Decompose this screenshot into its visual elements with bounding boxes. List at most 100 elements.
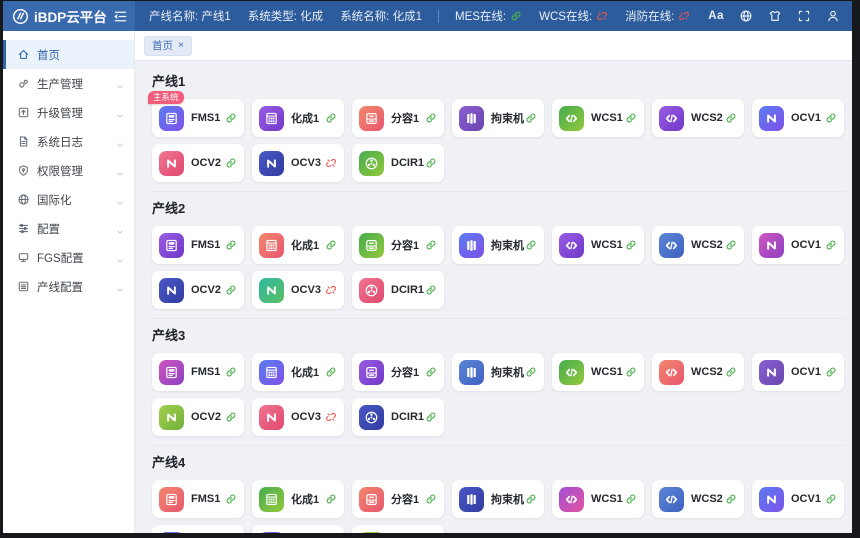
- equipment-card[interactable]: 拘束机: [452, 353, 544, 391]
- chain-link-icon[interactable]: [225, 157, 237, 169]
- tab-home[interactable]: 首页 ×: [144, 36, 192, 56]
- tab-label: 首页: [152, 38, 173, 53]
- chain-link-icon[interactable]: [425, 239, 437, 251]
- equipment-card[interactable]: OCV2: [152, 144, 244, 182]
- sidebar-item-config[interactable]: 配置: [3, 214, 134, 243]
- chain-link-icon[interactable]: [425, 493, 437, 505]
- equipment-card[interactable]: 分容1: [352, 353, 444, 391]
- equipment-card[interactable]: OCV1: [752, 226, 844, 264]
- chain-link-icon[interactable]: [625, 112, 637, 124]
- equipment-card[interactable]: FMS1: [152, 480, 244, 518]
- equipment-card[interactable]: 化成1: [252, 353, 344, 391]
- chain-link-icon[interactable]: [425, 112, 437, 124]
- sidebar-item-permission[interactable]: 权限管理: [3, 156, 134, 185]
- chain-link-icon[interactable]: [725, 493, 737, 505]
- sidebar-item-log[interactable]: 系统日志: [3, 127, 134, 156]
- equipment-card[interactable]: DCIR1: [352, 398, 444, 436]
- chain-link-icon[interactable]: [725, 366, 737, 378]
- equipment-card[interactable]: WCS1: [552, 353, 644, 391]
- equipment-card[interactable]: OCV1: [752, 99, 844, 137]
- sidebar-item-lineconfig[interactable]: 产线配置: [3, 272, 134, 301]
- equipment-card[interactable]: 分容1: [352, 99, 444, 137]
- broken-chain-icon[interactable]: [325, 284, 337, 296]
- equipment-card[interactable]: DCIR1: [352, 271, 444, 309]
- chain-link-icon[interactable]: [625, 493, 637, 505]
- equipment-card[interactable]: DCIR1: [352, 144, 444, 182]
- equipment-card[interactable]: OCV2: [152, 398, 244, 436]
- chain-link-icon[interactable]: [825, 493, 837, 505]
- equipment-card[interactable]: WCS2: [652, 99, 744, 137]
- equipment-card[interactable]: OCV3: [252, 144, 344, 182]
- equipment-card[interactable]: 拘束机: [452, 99, 544, 137]
- language-icon[interactable]: [739, 9, 753, 23]
- chain-link-icon[interactable]: [225, 112, 237, 124]
- sidebar-item-home[interactable]: 首页: [3, 40, 134, 69]
- theme-icon[interactable]: [768, 9, 782, 23]
- equipment-card[interactable]: OCV3: [252, 271, 344, 309]
- chain-link-icon[interactable]: [325, 493, 337, 505]
- chain-link-icon[interactable]: [225, 411, 237, 423]
- chain-link-icon[interactable]: [425, 157, 437, 169]
- equipment-card[interactable]: OCV3: [252, 525, 344, 533]
- chain-link-icon[interactable]: [825, 366, 837, 378]
- equipment-card[interactable]: 化成1: [252, 99, 344, 137]
- chain-link-icon[interactable]: [325, 112, 337, 124]
- equipment-card[interactable]: 分容1: [352, 226, 444, 264]
- equipment-label: OCV1: [791, 112, 821, 124]
- equipment-card[interactable]: 拘束机: [452, 480, 544, 518]
- equipment-label: OCV1: [791, 366, 821, 378]
- equipment-card[interactable]: WCS1: [552, 99, 644, 137]
- chain-link-icon[interactable]: [525, 366, 537, 378]
- chain-link-icon[interactable]: [325, 239, 337, 251]
- chain-link-icon[interactable]: [525, 112, 537, 124]
- chain-link-icon[interactable]: [525, 493, 537, 505]
- chain-link-icon[interactable]: [825, 239, 837, 251]
- equipment-card[interactable]: WCS1: [552, 226, 644, 264]
- chain-link-icon[interactable]: [725, 112, 737, 124]
- chain-link-icon[interactable]: [225, 366, 237, 378]
- chain-link-icon[interactable]: [225, 284, 237, 296]
- broken-chain-icon[interactable]: [325, 411, 337, 423]
- chain-link-icon[interactable]: [425, 366, 437, 378]
- equipment-card[interactable]: OCV2: [152, 525, 244, 533]
- chain-link-icon[interactable]: [425, 411, 437, 423]
- equipment-card[interactable]: 拘束机: [452, 226, 544, 264]
- fullscreen-icon[interactable]: [797, 9, 811, 23]
- equipment-card[interactable]: 分容1: [352, 480, 444, 518]
- equipment-card[interactable]: DCIR1: [352, 525, 444, 533]
- chain-link-icon[interactable]: [525, 239, 537, 251]
- chain-link-icon[interactable]: [725, 239, 737, 251]
- equipment-card[interactable]: 主系统FMS1: [152, 99, 244, 137]
- equipment-card[interactable]: WCS2: [652, 353, 744, 391]
- equipment-card[interactable]: FMS1: [152, 353, 244, 391]
- font-size-icon[interactable]: Aa: [708, 10, 724, 22]
- chain-link-icon[interactable]: [325, 366, 337, 378]
- equipment-card[interactable]: OCV3: [252, 398, 344, 436]
- tab-close-icon[interactable]: ×: [178, 40, 184, 51]
- chain-link-icon[interactable]: [625, 366, 637, 378]
- lineconfig-icon: [17, 280, 30, 293]
- equipment-card[interactable]: WCS1: [552, 480, 644, 518]
- equipment-card[interactable]: OCV1: [752, 480, 844, 518]
- equipment-card[interactable]: OCV1: [752, 353, 844, 391]
- chain-link-icon[interactable]: [825, 112, 837, 124]
- user-icon[interactable]: [826, 9, 840, 23]
- equipment-card[interactable]: 化成1: [252, 480, 344, 518]
- equipment-card[interactable]: OCV2: [152, 271, 244, 309]
- broken-chain-icon[interactable]: [325, 157, 337, 169]
- equipment-card[interactable]: WCS2: [652, 226, 744, 264]
- equipment-card[interactable]: WCS2: [652, 480, 744, 518]
- sidebar-item-upgrade[interactable]: 升级管理: [3, 98, 134, 127]
- equipment-card[interactable]: FMS1: [152, 226, 244, 264]
- collapse-menu-icon[interactable]: [113, 9, 128, 24]
- section-title: 产线4: [152, 452, 846, 471]
- equipment-card[interactable]: 化成1: [252, 226, 344, 264]
- sidebar-item-monitor[interactable]: FGS配置: [3, 243, 134, 272]
- chain-link-icon[interactable]: [425, 284, 437, 296]
- chain-link-icon[interactable]: [625, 239, 637, 251]
- sidebar-item-production[interactable]: 生产管理: [3, 69, 134, 98]
- chain-link-icon[interactable]: [225, 239, 237, 251]
- chain-link-icon[interactable]: [225, 493, 237, 505]
- dcir-icon: [359, 151, 384, 176]
- sidebar-item-globe[interactable]: 国际化: [3, 185, 134, 214]
